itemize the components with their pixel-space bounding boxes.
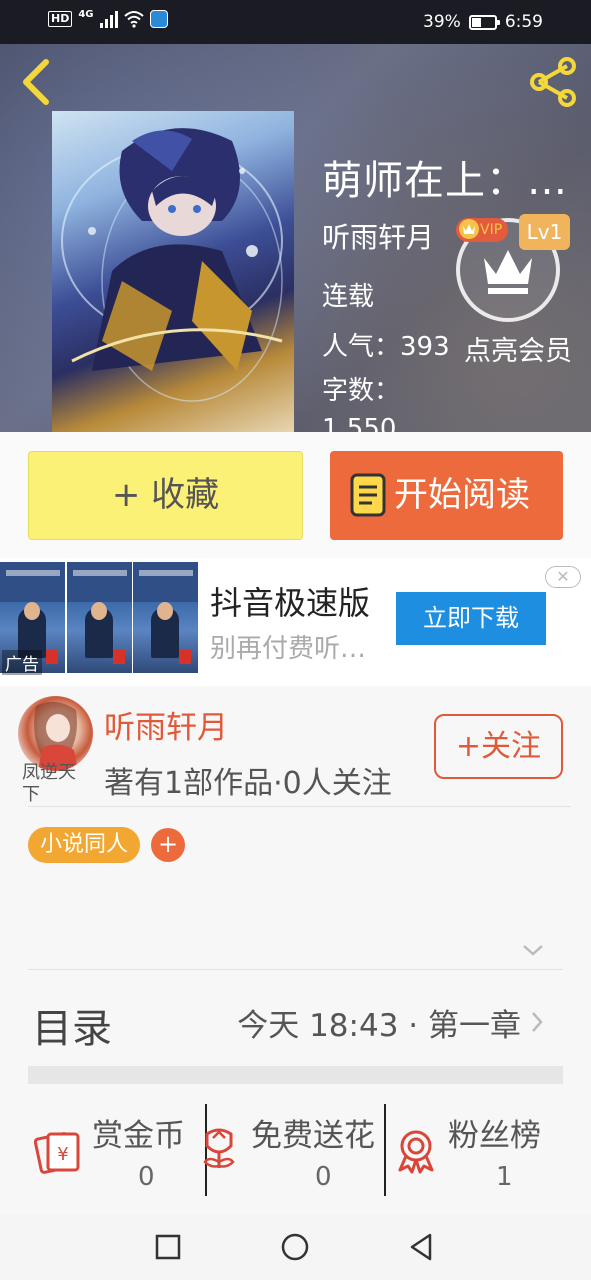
red-envelope-icon: ¥ <box>34 1132 80 1174</box>
word-count-value: 1,550 <box>322 414 397 432</box>
start-reading-button[interactable]: 开始阅读 <box>330 451 563 540</box>
ad-close-button[interactable]: ✕ <box>545 566 581 588</box>
vip-cta-text[interactable]: 点亮会员 <box>464 334 574 370</box>
genre-tag[interactable]: 小说同人 <box>28 827 141 863</box>
signal-icon <box>99 10 118 28</box>
word-count: 字数： 1,550 <box>322 372 432 432</box>
share-button[interactable] <box>527 56 579 108</box>
ad-banner[interactable]: 广告 抖音极速版 别再付费听… 立即下载 ✕ <box>0 558 591 686</box>
stat-label: 赏金币 <box>92 1118 185 1154</box>
stat-value: 0 <box>315 1162 332 1192</box>
stat-flower[interactable]: 免费送花 0 <box>203 1084 384 1214</box>
app-notification-icon <box>149 10 168 28</box>
stat-reward[interactable]: ¥ 赏金币 0 <box>0 1084 205 1214</box>
word-count-label: 字数： <box>322 376 401 406</box>
vip-crown-icon <box>459 219 479 239</box>
network-type: 4G <box>78 8 94 20</box>
book-cover[interactable] <box>52 111 294 432</box>
level-badge: Lv1 <box>519 214 570 250</box>
chevron-down-icon[interactable] <box>522 943 544 957</box>
status-right: 39% 6:59 <box>423 12 543 32</box>
popularity-label: 人气： <box>322 332 401 362</box>
book-header: 萌师在上：… 听雨轩月 VIP Lv1 连载 人气：393 字数： 1,550 点… <box>0 44 591 432</box>
section-separator <box>28 1066 563 1084</box>
stat-fans[interactable]: 粉丝榜 1 <box>386 1084 591 1214</box>
author-avatar[interactable] <box>18 696 93 771</box>
status-bar: HD 4G 39% 6:59 <box>0 0 591 44</box>
chevron-right-icon <box>532 1012 543 1032</box>
author-works: 著有1部作品·0人关注 <box>104 766 392 801</box>
back-button[interactable] <box>16 58 56 106</box>
author-name-link[interactable]: 听雨轩月 <box>104 702 228 747</box>
divider <box>28 806 571 807</box>
battery-percent: 39% <box>423 12 461 32</box>
ad-description: 别再付费听… <box>210 634 367 664</box>
stat-label: 粉丝榜 <box>448 1118 541 1154</box>
back-nav-icon[interactable] <box>404 1230 438 1264</box>
follow-button[interactable]: +关注 <box>434 714 563 779</box>
add-tag-button[interactable]: + <box>151 828 185 862</box>
stat-label: 免费送花 <box>251 1118 375 1154</box>
wifi-icon <box>123 11 144 28</box>
toc-title: 目录 <box>32 1006 112 1052</box>
crown-icon <box>484 250 532 294</box>
svg-text:¥: ¥ <box>57 1144 68 1165</box>
clock: 6:59 <box>504 12 543 32</box>
latest-chapter: 今天 18:43 · 第一章 <box>237 1008 521 1044</box>
flower-icon <box>203 1128 235 1168</box>
action-bar: + 收藏 开始阅读 <box>0 432 591 558</box>
ad-thumbnail <box>133 562 198 673</box>
book-title: 萌师在上：… <box>322 158 568 204</box>
popularity-value: 393 <box>400 332 450 362</box>
cover-illustration <box>61 128 283 402</box>
award-ribbon-icon <box>398 1130 434 1174</box>
collect-button[interactable]: + 收藏 <box>28 451 303 540</box>
start-reading-label: 开始阅读 <box>394 475 530 515</box>
vip-badge-label: VIP <box>480 222 503 238</box>
status-left: HD 4G <box>48 8 168 28</box>
hd-badge: HD <box>48 11 73 27</box>
ad-label: 广告 <box>2 650 42 675</box>
table-of-contents-row[interactable]: 目录 今天 18:43 · 第一章 <box>0 970 591 1066</box>
ad-title: 抖音极速版 <box>210 584 371 622</box>
stat-value: 0 <box>138 1162 155 1192</box>
home-icon[interactable] <box>278 1230 312 1264</box>
popularity: 人气：393 <box>322 326 450 363</box>
ad-download-button[interactable]: 立即下载 <box>396 592 546 645</box>
book-icon <box>350 473 386 517</box>
author-card: 凤逆天下 听雨轩月 著有1部作品·0人关注 +关注 小说同人 + <box>0 686 591 970</box>
system-navigation-bar <box>0 1214 591 1280</box>
stat-value: 1 <box>496 1162 513 1192</box>
avatar-caption: 凤逆天下 <box>22 762 76 805</box>
vip-badge: VIP <box>456 218 509 242</box>
serial-status: 连载 <box>322 282 375 312</box>
author-name[interactable]: 听雨轩月 <box>322 216 434 256</box>
battery-icon <box>468 14 500 30</box>
ad-thumbnail <box>67 562 132 673</box>
recent-apps-icon[interactable] <box>151 1230 185 1264</box>
stats-bar: ¥ 赏金币 0 免费送花 0 粉丝榜 1 <box>0 1084 591 1214</box>
